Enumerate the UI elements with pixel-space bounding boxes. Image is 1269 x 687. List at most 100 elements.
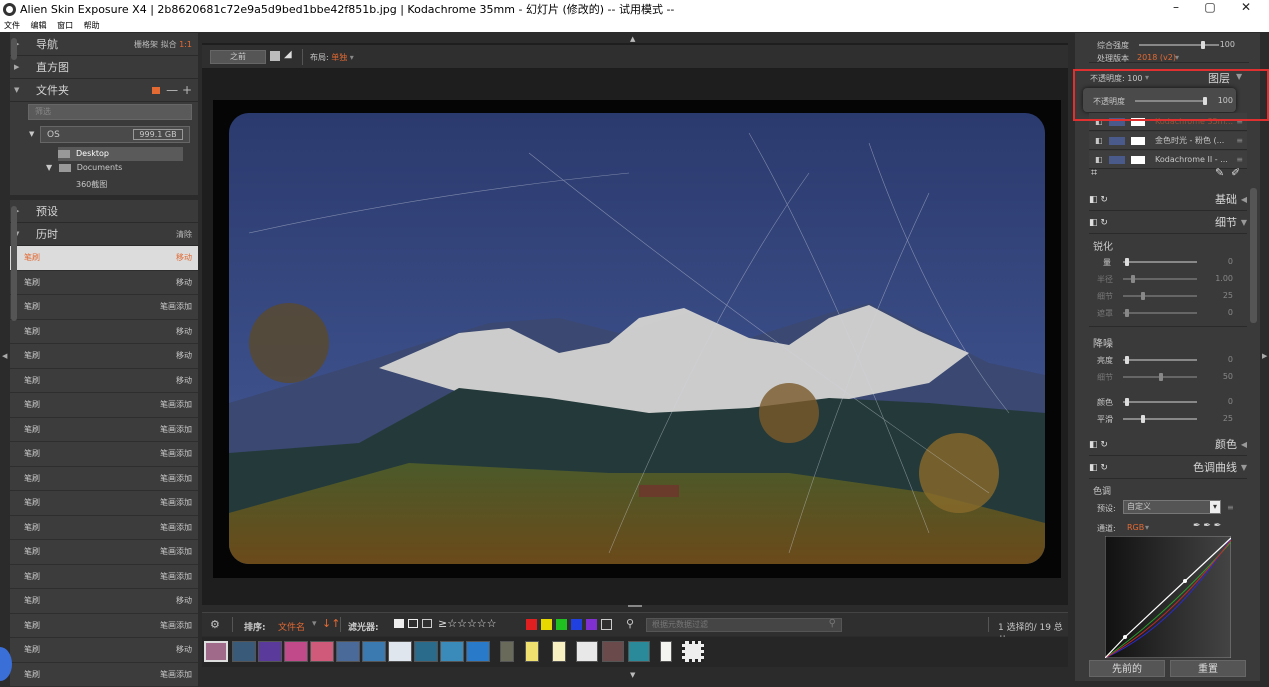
history-row[interactable]: 笔刷笔画添加 xyxy=(10,491,198,516)
thumbnail[interactable] xyxy=(388,641,412,662)
slider-knob[interactable] xyxy=(1125,398,1129,406)
thumbnail-qr[interactable] xyxy=(682,641,704,662)
compare-toggle[interactable] xyxy=(270,51,280,61)
thumbnail[interactable] xyxy=(362,641,386,662)
menu-window[interactable]: 窗口 xyxy=(57,21,73,30)
thumbnail[interactable] xyxy=(525,641,539,662)
thumbnail[interactable] xyxy=(440,641,464,662)
toggle-refresh-icon[interactable]: ◧ ↻ xyxy=(1089,212,1108,234)
tone-curve-header[interactable]: ◧ ↻色调曲线▼ xyxy=(1089,457,1247,479)
layer-row[interactable]: ◧金色时光 - 粉色 (...≡ xyxy=(1089,132,1247,150)
thumbnail[interactable] xyxy=(258,641,282,662)
menu-edit[interactable]: 编辑 xyxy=(31,21,47,30)
thumbnail[interactable] xyxy=(576,641,598,662)
rating-stars[interactable]: ≥☆☆☆☆☆ xyxy=(438,617,497,630)
histogram-header[interactable]: ▶直方图 xyxy=(10,56,198,79)
history-row[interactable]: 笔刷移动 xyxy=(10,320,198,345)
slider-knob[interactable] xyxy=(1141,292,1145,300)
noise-color-slider[interactable] xyxy=(1123,401,1197,403)
history-row[interactable]: 笔刷笔画添加 xyxy=(10,295,198,320)
history-row[interactable]: 笔刷移动 xyxy=(10,369,198,394)
add-folder-button[interactable]: + xyxy=(182,83,192,97)
slider-knob[interactable] xyxy=(1159,373,1163,381)
eyedropper-icon[interactable]: ✒ ✒ ✒ xyxy=(1193,521,1221,531)
thumbnail[interactable] xyxy=(232,641,256,662)
history-row[interactable]: 笔刷笔画添加 xyxy=(10,418,198,443)
history-row[interactable]: 笔刷笔画添加 xyxy=(10,614,198,639)
color-label-none[interactable] xyxy=(601,619,612,630)
preset-menu-icon[interactable]: ≡ xyxy=(1227,503,1234,512)
slider-knob[interactable] xyxy=(1125,356,1129,364)
history-header[interactable]: ▼历时清除 xyxy=(10,223,198,246)
metadata-filter-icon[interactable]: ⚲ xyxy=(626,617,634,630)
maximize-button[interactable]: ▢ xyxy=(1194,0,1226,20)
radius-slider[interactable] xyxy=(1123,278,1197,280)
history-row[interactable]: 笔刷笔画添加 xyxy=(10,516,198,541)
basic-header[interactable]: ◧ ↻基础◀ xyxy=(1089,189,1247,211)
history-row[interactable]: 笔刷笔画添加 xyxy=(10,540,198,565)
color-label-yellow[interactable] xyxy=(541,619,552,630)
color-label-green[interactable] xyxy=(556,619,567,630)
before-button[interactable]: 之前 xyxy=(210,50,266,64)
history-row[interactable]: 笔刷移动 xyxy=(10,344,198,369)
nav-header[interactable]: ▶导航 栅格架 拟合 1:1 xyxy=(10,33,198,56)
folders-header[interactable]: ▼文件夹 — + xyxy=(10,79,198,102)
toggle-refresh-icon[interactable]: ◧ ↻ xyxy=(1089,434,1108,456)
thumbnail[interactable] xyxy=(284,641,308,662)
main-photo[interactable] xyxy=(229,113,1045,564)
thumbnail[interactable] xyxy=(500,641,514,662)
history-row[interactable]: 笔刷笔画添加 xyxy=(10,393,198,418)
curve-preset-dropdown[interactable]: 自定义▾ xyxy=(1123,500,1221,514)
reject-flag-icon[interactable] xyxy=(408,619,418,628)
thumbnail[interactable] xyxy=(336,641,360,662)
layer-visibility-icon[interactable]: ◧ xyxy=(1095,132,1103,150)
sort-order-icon[interactable]: ↓↑ xyxy=(322,617,340,630)
previous-button[interactable]: 先前的 xyxy=(1089,660,1165,677)
thumbnail[interactable] xyxy=(310,641,334,662)
detail-header[interactable]: ◧ ↻细节▼ xyxy=(1089,212,1247,234)
brush-icon[interactable]: ✎ xyxy=(1215,166,1224,179)
amount-slider[interactable] xyxy=(1123,261,1197,263)
collapse-top-icon[interactable]: ▲ xyxy=(630,35,635,43)
slider-knob[interactable] xyxy=(1125,258,1129,266)
minimize-button[interactable]: – xyxy=(1160,0,1192,20)
slider-knob[interactable] xyxy=(1125,309,1129,317)
toggle-refresh-icon[interactable]: ◧ ↻ xyxy=(1089,457,1108,479)
history-row[interactable]: 笔刷笔画添加 xyxy=(10,467,198,492)
clear-history-button[interactable]: 清除 xyxy=(176,223,192,246)
color-label-purple[interactable] xyxy=(586,619,597,630)
collapse-right-icon[interactable]: ▶ xyxy=(1262,352,1267,360)
layout-selector[interactable]: 布局: 单独 ▾ xyxy=(310,52,354,63)
color-label-blue[interactable] xyxy=(571,619,582,630)
history-row[interactable]: 笔刷移动 xyxy=(10,246,198,271)
crop-icon[interactable]: ⌗ xyxy=(1091,166,1097,180)
thumbnail[interactable] xyxy=(466,641,490,662)
scrollbar[interactable] xyxy=(11,38,17,60)
sharpen-detail-slider[interactable] xyxy=(1123,295,1197,297)
color-header[interactable]: ◧ ↻颜色◀ xyxy=(1089,434,1247,456)
menu-file[interactable]: 文件 xyxy=(4,21,20,30)
folder-item-360[interactable]: 360截图 xyxy=(76,179,107,190)
folder-item-documents[interactable]: ▼ Documents xyxy=(46,163,122,172)
slider-knob[interactable] xyxy=(1131,275,1135,283)
history-row[interactable]: 笔刷移动 xyxy=(10,271,198,296)
metadata-search-input[interactable]: 根据元数据过滤⚲ xyxy=(646,618,842,632)
menu-help[interactable]: 帮助 xyxy=(84,21,100,30)
thumbnail[interactable] xyxy=(660,641,672,662)
splitter-handle[interactable] xyxy=(628,605,642,607)
history-row[interactable]: 笔刷笔画添加 xyxy=(10,442,198,467)
thumbnail[interactable] xyxy=(414,641,438,662)
thumbnail[interactable] xyxy=(552,641,566,662)
collapse-left-icon[interactable]: ◀ xyxy=(2,352,7,360)
folder-item-desktop[interactable]: Desktop xyxy=(58,147,183,161)
thumbnail[interactable] xyxy=(628,641,650,662)
gear-icon[interactable]: ⚙ xyxy=(210,618,220,631)
tone-curve-graph[interactable] xyxy=(1105,536,1231,658)
unflag-icon[interactable] xyxy=(422,619,432,628)
close-button[interactable]: ✕ xyxy=(1230,0,1262,20)
history-row[interactable]: 笔刷移动 xyxy=(10,589,198,614)
flag-icon[interactable] xyxy=(394,619,404,628)
color-label-red[interactable] xyxy=(526,619,537,630)
remove-folder-button[interactable]: — xyxy=(166,83,178,97)
sort-field-dropdown[interactable]: 文件名 xyxy=(278,620,305,633)
